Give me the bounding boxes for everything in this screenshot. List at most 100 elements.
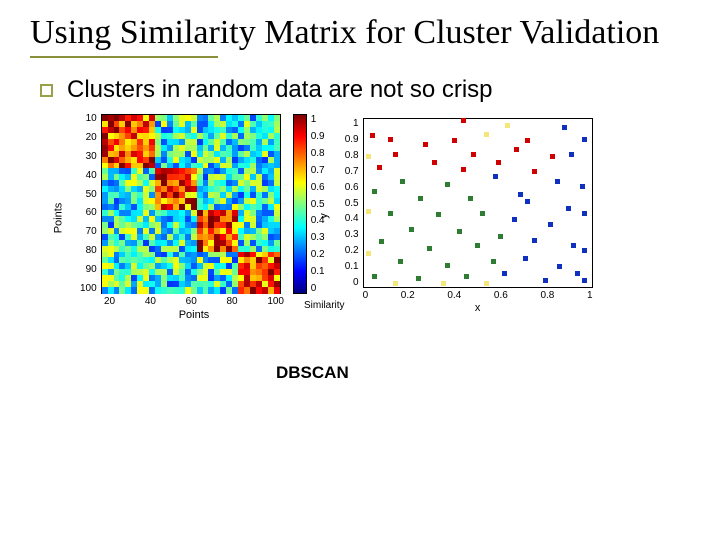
hm-xtick: 60 [186, 296, 197, 307]
scatter-point [484, 281, 489, 286]
sc-ytick: 1 [335, 118, 359, 129]
scatter-point [512, 217, 517, 222]
scatter-xlabel: x [363, 302, 593, 314]
sc-xtick: 0.8 [540, 290, 554, 301]
scatter-point [445, 263, 450, 268]
scatter-point [418, 196, 423, 201]
hm-ytick: 70 [80, 227, 97, 237]
scatter-point [582, 248, 587, 253]
sc-ytick: 0.1 [335, 261, 359, 272]
cbar-tick: 0.8 [311, 148, 325, 159]
scatter-point [566, 206, 571, 211]
cbar-tick: 0 [311, 283, 325, 294]
scatter-point [532, 169, 537, 174]
scatter-point [550, 154, 555, 159]
scatter-point [548, 222, 553, 227]
heatmap-cell [274, 287, 280, 293]
cbar-tick: 0.6 [311, 182, 325, 193]
heatmap-wrap: 10 20 30 40 50 60 70 80 90 100 1 0.9 [80, 114, 325, 294]
scatter-point [393, 152, 398, 157]
scatter-point [523, 256, 528, 261]
hm-xtick: 100 [267, 296, 284, 307]
hm-xtick: 80 [226, 296, 237, 307]
scatter-point [452, 138, 457, 143]
sc-xtick: 0 [363, 290, 369, 301]
scatter-point [379, 239, 384, 244]
scatter-ylabel: y [317, 213, 329, 219]
scatter-point [496, 160, 501, 165]
bullet-square-icon [40, 84, 53, 97]
colorbar-ticks: 1 0.9 0.8 0.7 0.6 0.5 0.4 0.3 0.2 0.1 0 [311, 114, 325, 294]
sc-ytick: 0.2 [335, 245, 359, 256]
scatter-point [436, 212, 441, 217]
bullet-row: Clusters in random data are not so crisp [30, 76, 690, 104]
heatmap-xticks: 20 40 60 80 100 [104, 296, 284, 307]
scatter-point [493, 174, 498, 179]
sc-ytick: 0 [335, 277, 359, 288]
cbar-tick: 0.5 [311, 199, 325, 210]
charts-row: Points 10 20 30 40 50 60 70 80 90 100 [80, 114, 690, 321]
scatter-point [366, 154, 371, 159]
sc-ytick: 0.4 [335, 213, 359, 224]
hm-ytick: 40 [80, 171, 97, 181]
scatter-point [582, 278, 587, 283]
scatter-point [518, 192, 523, 197]
scatter-canvas [363, 118, 593, 288]
scatter-point [582, 211, 587, 216]
algorithm-caption: DBSCAN [276, 363, 690, 383]
bullet-text: Clusters in random data are not so crisp [67, 76, 493, 104]
scatter-point [432, 160, 437, 165]
scatter-point [514, 147, 519, 152]
scatter-point [557, 264, 562, 269]
sc-ytick: 0.8 [335, 150, 359, 161]
sc-ytick: 0.7 [335, 166, 359, 177]
scatter-point [441, 281, 446, 286]
hm-ytick: 80 [80, 246, 97, 256]
sc-ytick: 0.5 [335, 198, 359, 209]
scatter-yticks: 1 0.9 0.8 0.7 0.6 0.5 0.4 0.3 0.2 0.1 0 [335, 118, 359, 288]
heatmap-ylabel: Points [53, 202, 65, 233]
scatter-point [372, 189, 377, 194]
sc-ytick: 0.3 [335, 229, 359, 240]
cbar-tick: 0.7 [311, 165, 325, 176]
scatter-point [400, 179, 405, 184]
scatter-point [502, 271, 507, 276]
scatter-point [366, 209, 371, 214]
sc-xtick: 0.6 [494, 290, 508, 301]
scatter-point [582, 137, 587, 142]
scatter-point [505, 123, 510, 128]
scatter-xticks: 0 0.2 0.4 0.6 0.8 1 [363, 290, 593, 301]
scatter-point [372, 274, 377, 279]
cbar-tick: 0.3 [311, 232, 325, 243]
sc-ytick: 0.6 [335, 182, 359, 193]
scatter-point [569, 152, 574, 157]
hm-xtick: 20 [104, 296, 115, 307]
scatter-point [532, 238, 537, 243]
scatter-point [416, 276, 421, 281]
heatmap-sim-label: Similarity [304, 300, 345, 311]
scatter-point [543, 278, 548, 283]
scatter-point [480, 211, 485, 216]
scatter-point [575, 271, 580, 276]
scatter-point [409, 227, 414, 232]
scatter-point [562, 125, 567, 130]
hm-ytick: 30 [80, 152, 97, 162]
scatter-point [580, 184, 585, 189]
scatter-point [393, 281, 398, 286]
scatter-point [484, 132, 489, 137]
scatter-point [555, 179, 560, 184]
hm-ytick: 50 [80, 190, 97, 200]
scatter-point [457, 229, 462, 234]
heatmap-xlabel: Points [104, 309, 284, 321]
hm-xtick: 40 [145, 296, 156, 307]
scatter-block: y 1 0.9 0.8 0.7 0.6 0.5 0.4 0.3 0.2 0.1 … [363, 118, 593, 314]
scatter-point [370, 133, 375, 138]
hm-ytick: 20 [80, 133, 97, 143]
scatter-point [377, 165, 382, 170]
cbar-tick: 0.1 [311, 266, 325, 277]
scatter-point [571, 243, 576, 248]
scatter-point [423, 142, 428, 147]
sc-ytick: 0.9 [335, 134, 359, 145]
scatter-point [366, 251, 371, 256]
hm-ytick: 90 [80, 265, 97, 275]
